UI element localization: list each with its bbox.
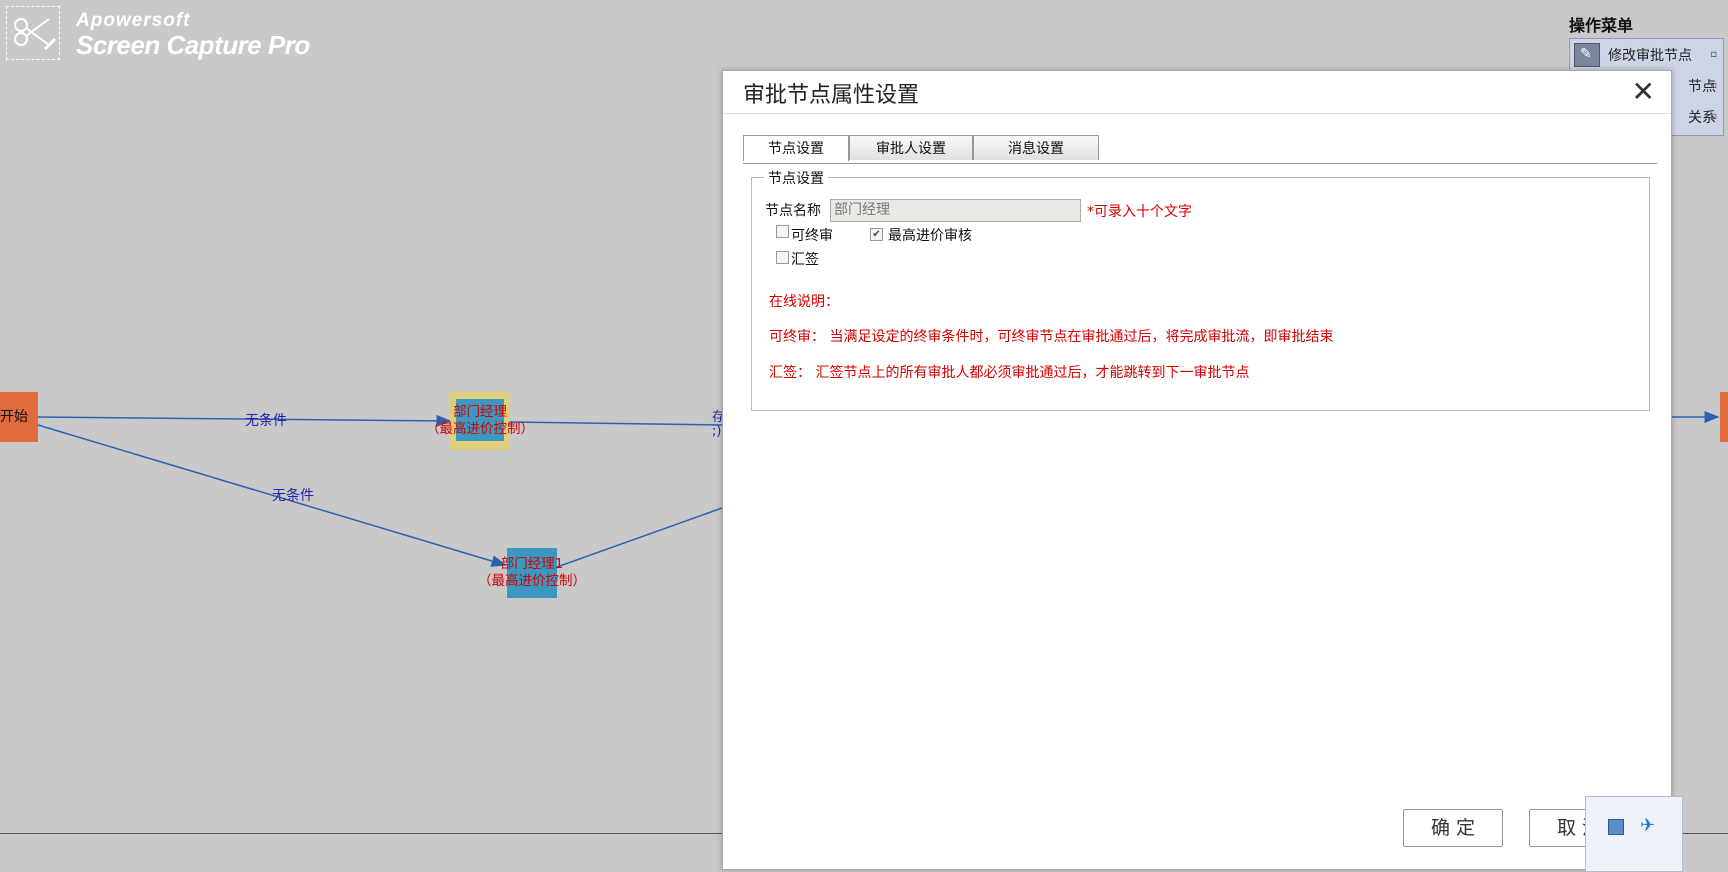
dialog-tabs: 节点设置 审批人设置 消息设置 <box>743 135 1657 164</box>
edge-label-partial-2: ;) <box>712 424 722 439</box>
dialog-title: 审批节点属性设置 <box>743 83 920 108</box>
start-node[interactable]: 开始 <box>0 392 38 442</box>
pin-icon[interactable]: ✈ <box>1640 815 1655 836</box>
menu-title: 操作菜单 <box>1569 16 1634 35</box>
help-countersign: 汇签： 汇签节点上的所有审批人都必须审批通过后，才能跳转到下一审批节点 <box>769 365 1250 381</box>
group-legend: 节点设置 <box>764 168 828 188</box>
edit-icon: ✎ <box>1574 43 1600 67</box>
start-node-label: 开始 <box>0 409 28 425</box>
final-approval-label: 可终审 <box>791 228 833 244</box>
help-title: 在线说明： <box>769 294 839 310</box>
node-settings-group: 节点设置 节点名称 部门经理 *可录入十个文字 可终审 ✔ 最高进价审核 汇签 … <box>751 168 1650 411</box>
final-approval-checkbox[interactable] <box>776 225 789 238</box>
max-price-checkbox[interactable]: ✔ <box>870 228 883 241</box>
node-name-label: 节点名称 <box>765 203 821 219</box>
menu-item-marker: ▫ <box>1710 111 1717 122</box>
countersign-checkbox[interactable] <box>776 251 789 264</box>
node-properties-dialog: 审批节点属性设置 ✕ 节点设置 审批人设置 消息设置 节点设置 节点名称 部门经… <box>722 70 1672 870</box>
node-dept-manager-1-label: 部门经理1 （最高进价控制） <box>478 556 586 589</box>
node-name-input[interactable]: 部门经理 <box>830 199 1081 222</box>
help-final-approval: 可终审： 当满足设定的终审条件时，可终审节点在审批通过后，将完成审批流，即审批结… <box>769 329 1334 345</box>
menu-item-label: 修改审批节点 <box>1608 48 1692 64</box>
floating-widget[interactable]: ✈ <box>1585 796 1683 872</box>
close-icon[interactable]: ✕ <box>1632 75 1655 108</box>
node-dept-manager-label: 部门经理 （最高进价控制） <box>426 404 534 437</box>
edge-start-node1 <box>37 414 452 427</box>
countersign-label: 汇签 <box>791 252 819 268</box>
menu-item-marker: ▫ <box>1710 80 1717 91</box>
edge-label-lower: 无条件 <box>272 488 314 504</box>
dialog-title-divider <box>723 113 1671 114</box>
tab-approver-settings[interactable]: 审批人设置 <box>849 135 973 160</box>
tab-node-settings[interactable]: 节点设置 <box>743 135 849 161</box>
max-price-label: 最高进价审核 <box>888 228 972 244</box>
grid-icon[interactable] <box>1608 819 1624 835</box>
edge-label-upper: 无条件 <box>245 413 287 429</box>
menu-item-edit-node[interactable]: ✎ 修改审批节点 ▫ <box>1570 39 1723 69</box>
tab-message-settings[interactable]: 消息设置 <box>973 135 1099 160</box>
node-name-hint: *可录入十个文字 <box>1087 204 1192 220</box>
end-node[interactable] <box>1720 392 1728 442</box>
confirm-button[interactable]: 确 定 <box>1403 809 1503 847</box>
menu-item-marker: ▫ <box>1710 49 1717 60</box>
edge-node1-right <box>509 421 723 426</box>
